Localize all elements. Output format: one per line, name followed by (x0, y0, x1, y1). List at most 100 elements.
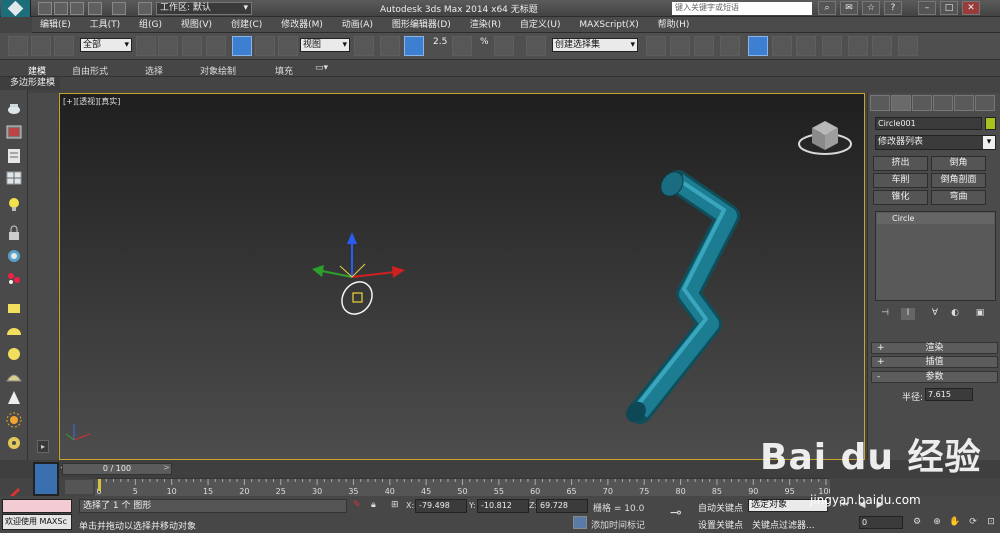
extrude-button[interactable]: 挤出 (873, 156, 928, 171)
menu-create[interactable]: 创建(C) (223, 17, 270, 33)
teapot-icon[interactable] (5, 100, 23, 116)
menu-views[interactable]: 视图(V) (173, 17, 220, 33)
menu-modifiers[interactable]: 修改器(M) (273, 17, 331, 33)
percent-snap-toggle[interactable]: % (480, 37, 489, 47)
box-primitive-icon[interactable] (5, 300, 23, 316)
help-icon[interactable]: ? (884, 1, 902, 15)
spinner-snap-icon[interactable] (494, 36, 514, 56)
link-icon[interactable] (8, 36, 28, 56)
render-iterative-icon[interactable] (898, 36, 918, 56)
tab-freeform[interactable]: 自由形式 (72, 64, 108, 77)
display-tab-icon[interactable] (954, 95, 974, 111)
redo-icon[interactable] (112, 2, 126, 15)
rectangular-selection-icon[interactable] (182, 36, 202, 56)
mirror-icon[interactable] (646, 36, 666, 56)
mini-curve-editor-toggle[interactable] (33, 462, 59, 496)
ribbon-panel-label[interactable]: 多边形建模 (0, 77, 60, 90)
isolate-selection-icon[interactable]: ✎ (353, 500, 361, 510)
expand-arrow-icon[interactable]: ▸ (37, 440, 49, 453)
current-frame-field[interactable]: 0 (859, 516, 903, 529)
time-slider[interactable]: 0 / 100 (62, 463, 172, 475)
set-key-button[interactable]: 设置关键点 (698, 518, 743, 531)
tab-populate[interactable]: 填充 (275, 64, 293, 77)
key-filters-button[interactable]: 关键点过滤器... (752, 518, 815, 531)
bend-button[interactable]: 弯曲 (931, 190, 986, 205)
new-file-icon[interactable] (38, 2, 52, 15)
bevel-button[interactable]: 倒角 (931, 156, 986, 171)
keyboard-shortcut-override-icon[interactable] (404, 36, 424, 56)
torus-icon[interactable] (5, 435, 23, 451)
speaker-icon[interactable] (5, 248, 23, 264)
menu-rendering[interactable]: 渲染(R) (462, 17, 509, 33)
favorites-icon[interactable]: ☆ (862, 1, 880, 15)
edit-named-selection-icon[interactable] (526, 36, 546, 56)
undo-icon[interactable] (88, 2, 102, 15)
maxscript-welcome[interactable]: 欢迎使用 MAXSc (2, 514, 72, 530)
pin-stack-icon[interactable]: ⊣ (878, 308, 892, 320)
render-setup-icon[interactable] (822, 36, 842, 56)
reference-coordinate-dropdown[interactable]: 视图 ▾ (300, 38, 350, 52)
bind-space-warp-icon[interactable] (54, 36, 74, 56)
maximize-button[interactable]: □ (940, 1, 958, 15)
material-icon[interactable] (5, 124, 23, 140)
shell-icon[interactable] (5, 369, 23, 385)
select-and-rotate-icon[interactable] (255, 36, 275, 56)
sun-icon[interactable] (5, 412, 23, 428)
selection-lock-icon[interactable]: 🔒︎ (371, 500, 376, 510)
taper-button[interactable]: 锥化 (873, 190, 928, 205)
menu-graph-editors[interactable]: 图形编辑器(D) (384, 17, 459, 33)
remove-modifier-icon[interactable]: ◐ (948, 308, 962, 320)
workspace-dropdown[interactable]: 工作区: 默认 ▾ (156, 2, 252, 15)
modify-tab-icon[interactable] (891, 95, 911, 111)
time-config-icon[interactable]: ⚙ (910, 517, 924, 529)
material-editor-icon[interactable] (796, 36, 816, 56)
view-cube[interactable] (798, 121, 852, 155)
menu-customize[interactable]: 自定义(U) (512, 17, 569, 33)
project-folder-icon[interactable] (138, 2, 152, 15)
maxscript-listener-mini[interactable] (2, 499, 72, 513)
make-unique-icon[interactable]: ∀ (928, 308, 942, 320)
search-input[interactable]: 键入关键字或短语 (672, 2, 812, 15)
create-tab-icon[interactable] (870, 95, 890, 111)
rollout-interpolation[interactable]: + 插值 (871, 356, 998, 368)
particles-icon[interactable] (5, 270, 23, 286)
track-bar-menu-icon[interactable] (65, 480, 93, 494)
move-gizmo[interactable] (312, 232, 405, 278)
open-file-icon[interactable] (54, 2, 68, 15)
minimize-button[interactable]: – (918, 1, 936, 15)
y-coordinate-field[interactable]: -10.812 (477, 499, 529, 513)
tab-modeling[interactable]: 建模 (28, 64, 46, 77)
list-icon[interactable] (5, 148, 23, 164)
maximize-viewport-icon[interactable]: ⊡ (984, 517, 998, 529)
angle-snap-icon[interactable] (452, 36, 472, 56)
bevel-profile-button[interactable]: 倒角剖面 (931, 173, 986, 188)
menu-tools[interactable]: 工具(T) (82, 17, 129, 33)
orbit-icon[interactable]: ⟳ (966, 517, 980, 529)
angle-snap-toggle[interactable]: 2.5 (433, 37, 447, 47)
hierarchy-tab-icon[interactable] (912, 95, 932, 111)
grid-icon[interactable] (5, 170, 23, 186)
named-selection-set-dropdown[interactable]: 创建选择集 ▾ (552, 38, 638, 52)
object-color-swatch[interactable] (985, 117, 996, 130)
binoculars-icon[interactable]: ⌕ (818, 1, 836, 15)
object-name-field[interactable]: Circle001 (875, 117, 982, 130)
perspective-viewport[interactable]: [+][透视][真实] (59, 93, 865, 460)
absolute-mode-icon[interactable]: ⊞ (391, 500, 399, 510)
motion-tab-icon[interactable] (933, 95, 953, 111)
align-icon[interactable] (670, 36, 690, 56)
select-and-scale-icon[interactable] (278, 36, 298, 56)
communication-center-icon[interactable]: ✉ (840, 1, 858, 15)
schematic-view-icon[interactable] (772, 36, 792, 56)
unlink-icon[interactable] (31, 36, 51, 56)
save-file-icon[interactable] (70, 2, 84, 15)
auto-key-button[interactable]: 自动关键点 (698, 501, 743, 514)
select-and-manipulate-icon[interactable] (380, 36, 400, 56)
time-forward-arrow[interactable]: > (163, 463, 170, 472)
tube-object[interactable] (622, 168, 740, 427)
menu-edit[interactable]: 编辑(E) (32, 17, 79, 33)
radius-spinner[interactable]: 7.615 (925, 388, 973, 401)
add-time-tag[interactable]: 添加时间标记 (591, 518, 645, 531)
modifier-stack[interactable]: Circle (875, 211, 996, 301)
curve-editor-icon[interactable] (748, 36, 768, 56)
close-button[interactable]: ✕ (962, 1, 980, 15)
